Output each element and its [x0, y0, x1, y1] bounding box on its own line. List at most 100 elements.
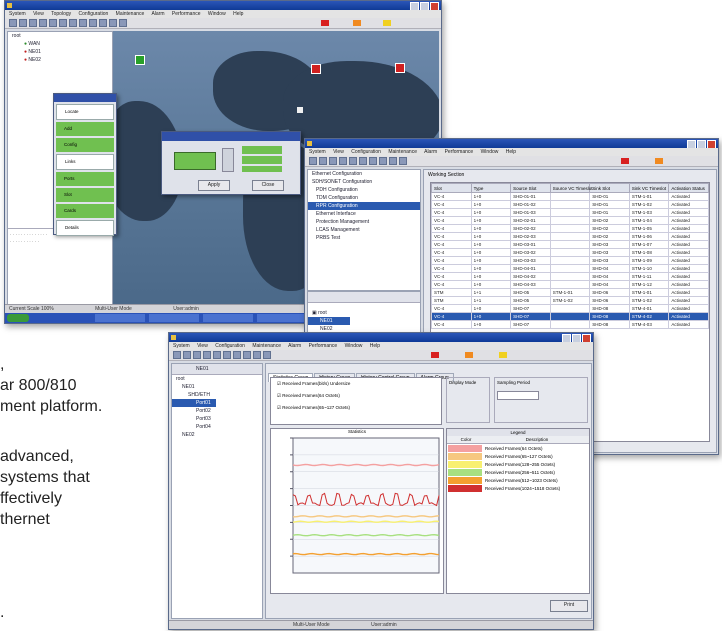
menu-item[interactable]: System: [9, 11, 26, 17]
column-header[interactable]: Source Slot: [510, 183, 551, 193]
tree-node[interactable]: PDH Configuration: [308, 186, 420, 194]
menu-item[interactable]: Performance: [309, 343, 338, 349]
table-row[interactable]: VC-4 1+0 SHD-04-01 SHD-04 STM-1-10 Activated: [431, 264, 709, 273]
table-row[interactable]: STM 1+1 SHD-05 STM-1-02 SHD-06 STM-1-02 Activa…: [431, 296, 709, 305]
new-icon[interactable]: [9, 19, 17, 27]
minimize-button[interactable]: [687, 140, 696, 148]
column-header[interactable]: Activation Status: [668, 183, 709, 193]
column-header[interactable]: Sink Slot: [589, 183, 630, 193]
tree-node[interactable]: NE01: [172, 383, 262, 391]
tree-node[interactable]: TDM Configuration: [308, 194, 420, 202]
print-icon[interactable]: [59, 19, 67, 27]
ne-node-icon[interactable]: [135, 55, 145, 65]
menu-item[interactable]: Maintenance: [116, 11, 145, 17]
menu-item[interactable]: Topology: [51, 11, 71, 17]
topology-icon[interactable]: [399, 157, 407, 165]
search-icon[interactable]: [213, 351, 221, 359]
sampling-period-input[interactable]: [497, 391, 539, 400]
dialog-title-bar[interactable]: [162, 132, 300, 141]
major-alarm-icon[interactable]: [655, 158, 663, 164]
context-menu-item[interactable]: Add: [56, 122, 114, 136]
new-icon[interactable]: [173, 351, 181, 359]
zoom-out-icon[interactable]: [339, 157, 347, 165]
tree-node[interactable]: Ethernet Interface: [308, 210, 420, 218]
minimize-button[interactable]: [562, 334, 571, 342]
print-icon[interactable]: [359, 157, 367, 165]
menu-item[interactable]: Configuration: [215, 343, 245, 349]
table-row[interactable]: VC-4 1+0 SHD-04-02 SHD-04 STM-1-11 Activated: [431, 272, 709, 281]
menu-item[interactable]: Maintenance: [388, 149, 417, 155]
tree-node[interactable]: ● NE02: [8, 56, 112, 64]
legend-item[interactable]: Received Frames(65~127 Octets): [448, 452, 589, 460]
menu-item[interactable]: View: [197, 343, 208, 349]
context-menu-item[interactable]: Links: [56, 154, 114, 170]
taskbar-item[interactable]: [149, 314, 199, 322]
refresh-icon[interactable]: [69, 19, 77, 27]
tree-node[interactable]: NE02: [172, 431, 262, 439]
tree-node[interactable]: root: [8, 32, 112, 40]
close-button[interactable]: [582, 334, 591, 342]
context-menu-item[interactable]: Details: [56, 220, 114, 236]
home-icon[interactable]: [379, 157, 387, 165]
open-icon[interactable]: [19, 19, 27, 27]
refresh-icon[interactable]: [233, 351, 241, 359]
ne-node-icon[interactable]: [311, 64, 321, 74]
counter-checkbox[interactable]: ☑ Received Frames(bit/s) Undersize: [271, 378, 441, 390]
menu-item[interactable]: Maintenance: [252, 343, 281, 349]
table-row[interactable]: VC-4 1+0 SHD-04-03 SHD-04 STM-1-12 Activated: [431, 280, 709, 289]
zoom-out-icon[interactable]: [203, 351, 211, 359]
tree-node[interactable]: Port03: [172, 415, 262, 423]
tree-node[interactable]: ▣ root: [308, 309, 420, 317]
menu-item[interactable]: Performance: [172, 11, 201, 17]
legend-item[interactable]: Received Frames(1024~1518 Octets): [448, 484, 589, 492]
table-row[interactable]: VC-4 1+0 SHD-02-03 SHD-02 STM-1-06 Activated: [431, 232, 709, 241]
menu-item[interactable]: Alarm: [151, 11, 164, 17]
home-icon[interactable]: [79, 19, 87, 27]
tree-node[interactable]: root: [172, 375, 262, 383]
column-header[interactable]: Slot: [431, 183, 472, 193]
tree-node-selected[interactable]: RPR Configuration: [308, 202, 420, 210]
menu-item[interactable]: System: [173, 343, 190, 349]
help-icon[interactable]: [119, 19, 127, 27]
taskbar-item[interactable]: [95, 314, 145, 322]
context-menu-item[interactable]: Locate: [56, 104, 114, 120]
column-header[interactable]: Type: [470, 183, 512, 193]
menu-item[interactable]: Configuration: [79, 11, 109, 17]
tree-node-selected[interactable]: Port01: [172, 399, 216, 407]
tree-node[interactable]: PRBS Test: [308, 234, 420, 242]
table-row[interactable]: VC-4 1+0 SHD-02-02 SHD-02 STM-1-05 Activated: [431, 224, 709, 233]
tree-node-selected[interactable]: NE01: [308, 317, 350, 325]
refresh-icon[interactable]: [369, 157, 377, 165]
search-icon[interactable]: [349, 157, 357, 165]
zoom-in-icon[interactable]: [193, 351, 201, 359]
context-menu-item[interactable]: Config: [56, 138, 114, 152]
menu-item[interactable]: Configuration: [351, 149, 381, 155]
title-bar[interactable]: [305, 139, 718, 148]
table-row[interactable]: STM 1+1 SHD-05 STM-1-01 SHD-06 STM-1-01 Activa…: [431, 288, 709, 297]
legend-item[interactable]: Received Frames(64 Octets): [448, 444, 589, 452]
table-row[interactable]: VC-4 1+0 SHD-02-01 SHD-02 STM-1-04 Activated: [431, 216, 709, 225]
close-dialog-button[interactable]: Close: [252, 180, 284, 191]
menu-item[interactable]: View: [333, 149, 344, 155]
menu-item[interactable]: Help: [233, 11, 243, 17]
legend-item[interactable]: Received Frames(128~255 Octets): [448, 460, 589, 468]
critical-alarm-icon[interactable]: [321, 20, 329, 26]
minor-alarm-icon[interactable]: [383, 20, 391, 26]
menu-item[interactable]: Window: [345, 343, 363, 349]
menu-item[interactable]: Help: [370, 343, 380, 349]
minor-alarm-icon[interactable]: [499, 352, 507, 358]
legend-item[interactable]: Received Frames(256~511 Octets): [448, 468, 589, 476]
zoom-in-icon[interactable]: [29, 19, 37, 27]
table-row[interactable]: VC-4 1+0 SHD-03-02 SHD-03 STM-1-08 Activated: [431, 248, 709, 257]
ne-node-icon[interactable]: [297, 107, 303, 113]
zoom-out-icon[interactable]: [39, 19, 47, 27]
tree-node[interactable]: LCAS Management: [308, 226, 420, 234]
start-button[interactable]: [7, 314, 29, 322]
open-icon[interactable]: [319, 157, 327, 165]
filter-icon[interactable]: [89, 19, 97, 27]
new-icon[interactable]: [309, 157, 317, 165]
table-row[interactable]: VC-4 1+0 SHD-01-02 SHD-01 STM-1-02 Activated: [431, 200, 709, 209]
critical-alarm-icon[interactable]: [431, 352, 439, 358]
menu-item[interactable]: Alarm: [424, 149, 437, 155]
legend-item[interactable]: Received Frames(512~1023 Octets): [448, 476, 589, 484]
